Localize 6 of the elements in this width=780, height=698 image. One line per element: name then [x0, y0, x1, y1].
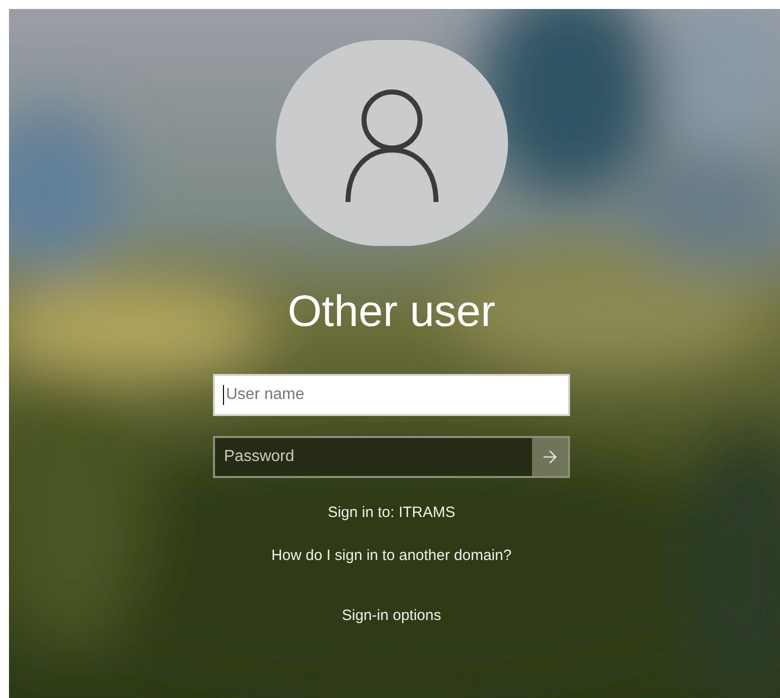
link[interactable]: How do I sign in to another domain? — [271, 544, 512, 567]
user-name: Other user — [288, 286, 496, 338]
user-name-field[interactable]: User name — [213, 374, 570, 416]
sign-in-domain-text: Sign in to: ITRAMS — [328, 503, 456, 523]
link[interactable]: Sign-in options — [342, 605, 442, 628]
person-icon — [344, 88, 440, 204]
